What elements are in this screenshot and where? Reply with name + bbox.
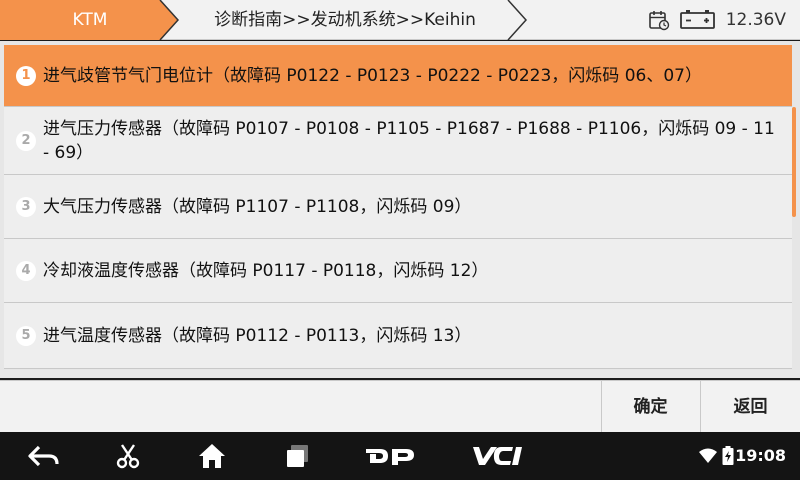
battery-icon	[679, 10, 715, 29]
recents-nav-button[interactable]	[276, 432, 320, 480]
brand-tab-label: KTM	[72, 10, 108, 30]
scissors-icon	[116, 444, 140, 469]
home-nav-button[interactable]	[190, 432, 234, 480]
item-text: 进气歧管节气门电位计（故障码 P0122 - P0123 - P0222 - P…	[43, 66, 702, 86]
back-arrow-icon	[28, 445, 59, 467]
dp-logo-icon	[366, 449, 414, 465]
item-text: 冷却液温度传感器（故障码 P0117 - P0118，闪烁码 12）	[43, 261, 489, 281]
title-bar: KTM 诊断指南>>发动机系统>>Keihin 12.36V	[0, 0, 800, 40]
breadcrumb-label: 诊断指南>>发动机系统>>Keihin	[214, 10, 476, 30]
vci-logo-icon	[473, 447, 522, 465]
confirm-button[interactable]: 确定	[601, 381, 699, 433]
clock: 19:08	[735, 446, 786, 465]
item-number-badge: 1	[16, 66, 36, 86]
screenshot-button[interactable]	[106, 432, 150, 480]
item-number-badge: 4	[16, 261, 36, 281]
battery-charging-icon	[722, 446, 734, 465]
action-bar: 确定 返回	[0, 380, 800, 433]
item-number-badge: 5	[16, 326, 36, 346]
back-button[interactable]: 返回	[700, 381, 800, 433]
list-item[interactable]: 5 进气温度传感器（故障码 P0112 - P0113，闪烁码 13）	[4, 303, 792, 369]
status-area: 12.36V	[648, 0, 786, 40]
vci-button[interactable]	[466, 432, 528, 480]
guide-list[interactable]: 1 进气歧管节气门电位计（故障码 P0122 - P0123 - P0222 -…	[0, 41, 800, 378]
list-item[interactable]: 2 进气压力传感器（故障码 P0107 - P0108 - P1105 - P1…	[4, 107, 792, 175]
item-text: 进气压力传感器（故障码 P0107 - P0108 - P1105 - P168…	[43, 119, 775, 163]
back-nav-button[interactable]	[22, 432, 66, 480]
list-item[interactable]: 1 进气歧管节气门电位计（故障码 P0122 - P0123 - P0222 -…	[4, 45, 792, 107]
item-text: 进气温度传感器（故障码 P0112 - P0113，闪烁码 13）	[43, 326, 472, 346]
item-number-badge: 3	[16, 197, 36, 217]
item-number-badge: 2	[16, 131, 36, 151]
system-nav-bar: 19:08	[0, 432, 800, 480]
list-scrollbar[interactable]	[792, 107, 796, 217]
breadcrumb: 诊断指南>>发动机系统>>Keihin	[160, 0, 530, 40]
list-item[interactable]: 3 大气压力传感器（故障码 P1107 - P1108，闪烁码 09）	[4, 175, 792, 239]
brand-tab[interactable]: KTM	[0, 0, 185, 40]
calendar-clock-icon[interactable]	[648, 9, 670, 31]
wifi-icon	[699, 448, 717, 463]
item-text: 大气压力传感器（故障码 P1107 - P1108，闪烁码 09）	[43, 197, 472, 217]
list-item[interactable]: 4 冷却液温度传感器（故障码 P0117 - P0118，闪烁码 12）	[4, 239, 792, 303]
dp-button[interactable]	[360, 432, 420, 480]
voltage-reading: 12.36V	[725, 10, 786, 30]
home-icon	[199, 444, 225, 468]
recent-apps-icon	[287, 445, 308, 467]
